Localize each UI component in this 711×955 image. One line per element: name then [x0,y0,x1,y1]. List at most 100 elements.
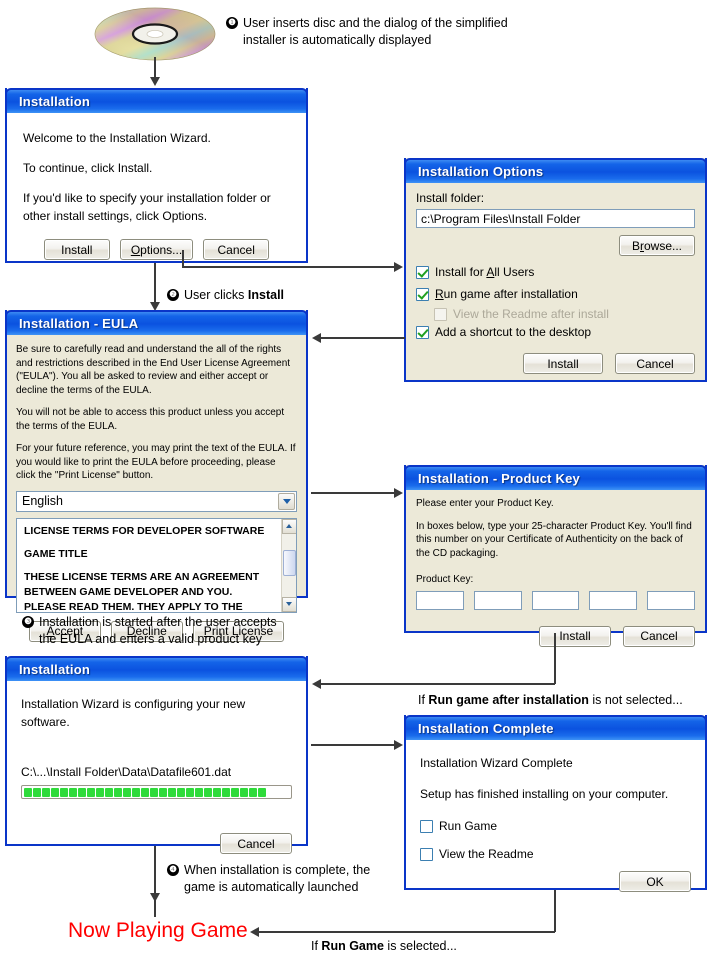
ok-button[interactable]: OK [619,871,691,892]
progress-segment [140,787,149,797]
checkbox-run-game[interactable]: Run Game [420,819,691,833]
eula-scrollbar[interactable] [281,518,296,612]
ok-button-label: OK [646,874,664,889]
scroll-down-icon[interactable] [281,596,296,612]
eula-paragraph-1: Be sure to carefully read and understand… [16,344,291,396]
branch-label-not-selected-post: is not selected... [588,693,683,707]
installation-dialog-titlebar: Installation [5,88,308,113]
scrollbar-thumb[interactable] [282,549,296,576]
scroll-up-icon[interactable] [281,518,296,534]
progress-segment [176,787,185,797]
checkbox-install-all-users[interactable]: Install for All Users [416,265,695,279]
eula-dialog-titlebar: Installation - EULA [5,310,308,335]
now-playing-game-label: Now Playing Game [68,919,248,942]
progress-segment [221,787,230,797]
install-folder-input[interactable]: c:\Program Files\Install Folder [416,209,695,228]
connector-complete-to-nowplaying-h [258,931,555,933]
checkbox-view-readme-box[interactable] [420,847,433,861]
branch-label-not-selected: If Run game after installation is not se… [418,692,683,709]
annotation-4-line1: When installation is complete, the [184,863,371,877]
connector-disc-to-install [154,57,156,79]
progress-segment [41,787,50,797]
product-key-paragraph-2: In boxes below, type your 25-character P… [416,520,692,559]
progress-segment [194,787,203,797]
eula-paragraph-2: You will not be able to access this prod… [16,407,285,432]
connector-eula-to-productkey [311,492,397,494]
branch-label-run-game: If Run Game is selected... [311,938,457,955]
installation-options-dialog: Installation Options Install folder: c:\… [404,158,707,382]
annotation-2: ❷ User clicks Install [167,287,284,304]
annotation-2-bullet: ❷ [167,289,179,301]
progress-segment [167,787,176,797]
progress-segment [131,787,140,797]
eula-language-value: English [22,494,63,508]
options-cancel-button[interactable]: Cancel [615,353,695,374]
product-key-input-3[interactable] [531,590,580,610]
arrow-complete-to-nowplaying [250,927,259,937]
complete-subtext: Setup has finished installing on your co… [420,787,669,801]
cancel-button[interactable]: Cancel [203,239,270,260]
checkbox-view-readme[interactable]: View the Readme [420,847,691,861]
install-button[interactable]: Install [43,239,110,260]
options-install-button[interactable]: Install [523,353,603,374]
complete-dialog-titlebar: Installation Complete [404,715,707,740]
connector-options-h [182,266,397,268]
checkbox-run-game-after-install-box[interactable] [416,287,429,301]
browse-button-label: Browse... [631,238,683,253]
branch-label-run-game-pre: If [311,939,322,953]
eula-paragraph-3: For your future reference, you may print… [16,443,296,481]
progress-segment [59,787,68,797]
connector-options-v [182,250,184,267]
progress-cancel-button[interactable]: Cancel [220,833,292,854]
product-key-dialog: Installation - Product Key Please enter … [404,465,707,647]
install-folder-label: Install folder: [416,191,485,205]
product-key-install-button[interactable]: Install [539,625,611,647]
checkbox-run-game-box[interactable] [420,819,433,833]
browse-button[interactable]: Browse... [619,235,695,256]
product-key-input-1[interactable] [416,590,464,610]
annotation-4: ❹ When installation is complete, the gam… [167,862,397,896]
product-key-cancel-button[interactable]: Cancel [623,625,695,647]
product-key-input-4[interactable] [589,590,638,610]
progress-bar [21,785,292,799]
connector-productkey-to-progress-v [554,633,556,684]
connector-progress-to-complete [311,744,397,746]
product-key-input-5[interactable] [647,590,695,610]
eula-license-line-3: THESE LICENSE TERMS ARE AN AGREEMENT BET… [24,570,260,613]
progress-dialog: Installation Installation Wizard is conf… [5,656,308,854]
arrow-productkey-to-progress [312,679,321,689]
installation-dialog: Installation Welcome to the Installation… [5,88,308,263]
checkbox-view-readme-after-install-box [434,307,447,321]
checkbox-run-game-after-install[interactable]: Run game after installation [416,287,695,301]
eula-license-line-2: GAME TITLE [24,547,88,560]
product-key-cancel-button-label: Cancel [640,629,678,643]
progress-segment [50,787,59,797]
product-key-input-2[interactable] [473,590,522,610]
eula-language-select[interactable]: English [16,490,297,512]
checkbox-install-all-users-label: Install for All Users [435,265,535,279]
checkbox-run-game-label: Run Game [439,819,498,833]
options-cancel-button-label: Cancel [636,356,674,371]
progress-segment [32,787,41,797]
progress-cancel-button-label: Cancel [237,836,275,851]
arrow-eula-to-productkey [394,488,403,498]
annotation-1-line2: installer is automatically displayed [243,32,432,47]
annotation-1-line1: User inserts disc and the dialog of the … [243,16,508,30]
eula-dialog-title: Installation - EULA [19,316,139,331]
options-install-button-label: Install [547,356,579,371]
eula-license-textbox[interactable]: LICENSE TERMS FOR DEVELOPER SOFTWARE GAM… [16,517,297,613]
checkbox-install-all-users-box[interactable] [416,265,429,279]
progress-segment [68,787,77,797]
annotation-3-bullet: ❸ [22,616,34,628]
progress-segment [203,787,212,797]
checkbox-add-desktop-shortcut[interactable]: Add a shortcut to the desktop [416,325,695,339]
branch-label-not-selected-bold: Run game after installation [428,693,589,707]
eula-license-line-1: LICENSE TERMS FOR DEVELOPER SOFTWARE [24,524,265,537]
checkbox-add-desktop-shortcut-box[interactable] [416,325,429,339]
product-key-dialog-title: Installation - Product Key [418,471,580,486]
arrow-progress-to-complete [394,740,403,750]
progress-segment [185,787,194,797]
annotation-1: ❶ User inserts disc and the dialog of th… [226,15,526,49]
connector-install-to-eula [154,263,156,304]
chevron-down-icon[interactable] [278,492,295,510]
